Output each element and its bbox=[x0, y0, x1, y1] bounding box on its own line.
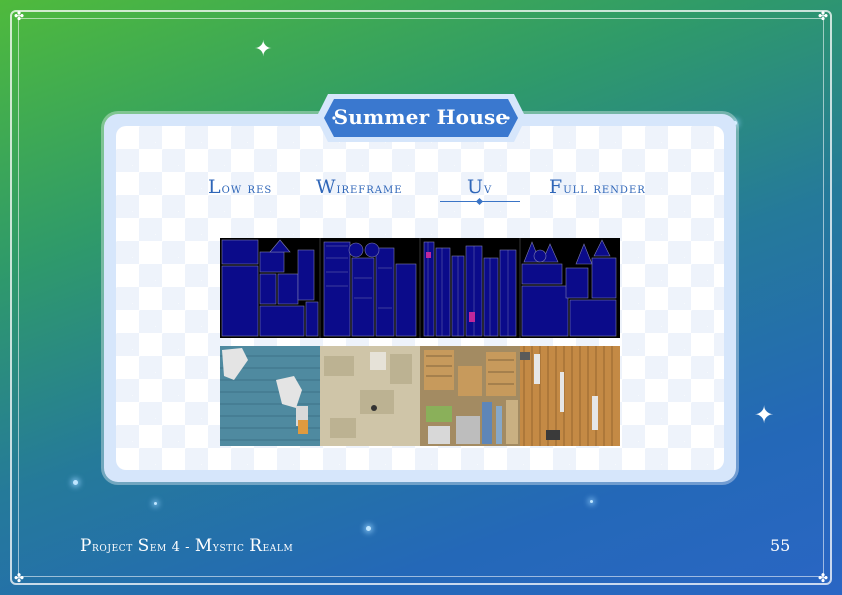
uv-layout-svg bbox=[220, 238, 620, 338]
textured-uv-svg bbox=[220, 346, 620, 446]
title-badge: Summer House bbox=[314, 92, 528, 144]
glow-dot bbox=[154, 502, 157, 505]
sparkle-star-icon: ✦ bbox=[754, 403, 775, 429]
tab-uv[interactable]: Uv bbox=[467, 176, 492, 198]
glow-dot bbox=[590, 500, 593, 503]
glow-dot bbox=[366, 526, 371, 531]
glow-dot bbox=[73, 480, 78, 485]
clover-icon: ✤ bbox=[818, 9, 829, 23]
view-tabs: Low res Wireframe Uv Full render bbox=[0, 176, 842, 206]
sparkle-star-icon: ✦ bbox=[254, 36, 273, 61]
textured-uv-image bbox=[220, 346, 620, 446]
uv-layout-image bbox=[220, 238, 620, 338]
page-number: 55 bbox=[770, 536, 791, 555]
slide-title: Summer House bbox=[333, 105, 509, 129]
clover-icon: ✤ bbox=[14, 9, 25, 23]
footer-project-name: Project Sem 4 - Mystic Realm bbox=[80, 536, 294, 556]
clover-icon: ✤ bbox=[14, 571, 25, 585]
tab-wireframe[interactable]: Wireframe bbox=[316, 176, 403, 198]
clover-icon: ✤ bbox=[818, 571, 829, 585]
tab-full-render[interactable]: Full render bbox=[549, 176, 646, 198]
tab-low-res[interactable]: Low res bbox=[208, 176, 272, 198]
